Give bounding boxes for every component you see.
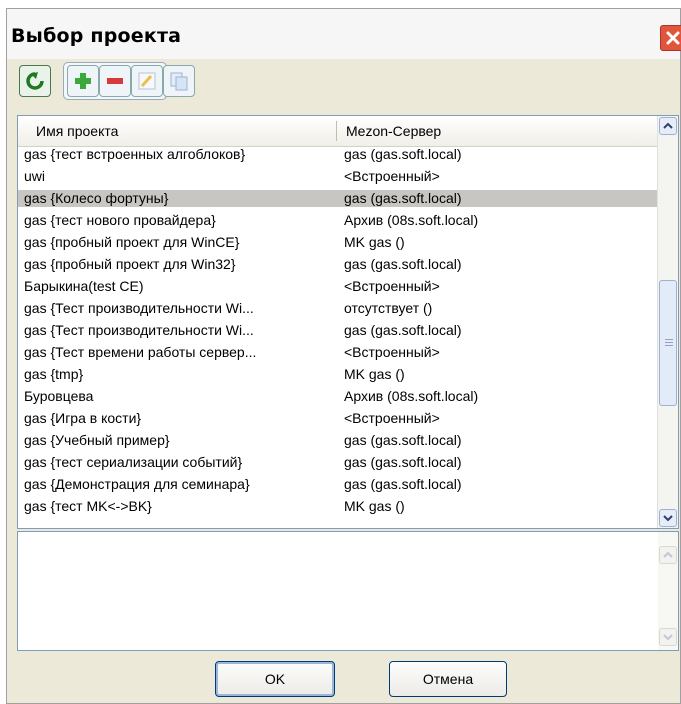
vertical-scrollbar[interactable] (657, 116, 678, 528)
mezon-server-cell: <Встроенный> (344, 278, 440, 294)
cancel-button[interactable]: Отмена (389, 661, 507, 697)
grip-line (665, 345, 673, 346)
project-name-cell: gas {Учебный пример} (24, 432, 170, 448)
scroll-up-button[interactable] (659, 117, 677, 135)
table-row[interactable]: gas {Тест производительности Wi... отсутс… (18, 300, 658, 317)
project-name-cell: gas {пробный проект для WinCE} (24, 234, 240, 250)
project-name-cell: Барыкина(test CE) (24, 278, 144, 294)
grip-line (665, 339, 673, 340)
mezon-server-cell: gas (gas.soft.local) (344, 146, 462, 162)
title-bar[interactable]: Выбор проекта (7, 9, 681, 59)
project-name-cell: gas {Тест производительности Wi... (24, 300, 254, 316)
table-row[interactable]: Буровцева Архив (08s.soft.local) (18, 388, 658, 405)
mezon-server-cell: MK gas () (344, 498, 405, 514)
remove-icon (107, 78, 123, 84)
chevron-down-icon (663, 515, 673, 522)
edit-icon (138, 72, 156, 90)
table-row[interactable]: gas {Тест времени работы сервер... <Встро… (18, 344, 658, 361)
table-row[interactable]: gas {тест сериализации событий} gas (gas.… (18, 454, 658, 471)
project-name-cell: gas {тест сериализации событий} (24, 454, 243, 470)
mezon-server-cell: gas (gas.soft.local) (344, 454, 462, 470)
close-icon (666, 31, 680, 45)
project-name-cell: gas {tmp} (24, 366, 84, 382)
chevron-down-icon (663, 634, 673, 641)
mezon-server-cell: gas (gas.soft.local) (344, 256, 462, 272)
add-icon (75, 73, 91, 89)
mezon-server-cell: gas (gas.soft.local) (344, 190, 462, 206)
column-project-name[interactable]: Имя проекта (36, 123, 118, 139)
table-row[interactable]: gas {Учебный пример} gas (gas.soft.local) (18, 432, 658, 449)
grip-line (665, 342, 673, 343)
table-row[interactable]: uwi <Встроенный> (18, 168, 658, 185)
remove-button[interactable] (99, 65, 131, 97)
mezon-server-cell: отсутствует () (344, 300, 433, 316)
ok-button[interactable]: OK (215, 661, 335, 697)
description-scrollbar[interactable] (658, 532, 678, 650)
table-row[interactable]: gas {пробный проект для WinCE} MK gas () (18, 234, 658, 251)
table-row[interactable]: gas {тест MK<->BK} MK gas () (18, 498, 658, 515)
project-name-cell: gas {Демонстрация для семинара} (24, 476, 250, 492)
mezon-server-cell: gas (gas.soft.local) (344, 476, 462, 492)
description-scroll-up[interactable] (659, 546, 677, 564)
table-row[interactable]: gas {пробный проект для Win32} gas (gas.s… (18, 256, 658, 273)
project-description-box[interactable] (17, 531, 679, 651)
projects-list[interactable]: Имя проекта Mezon-Сервер gas {тест встро… (17, 115, 679, 529)
table-row[interactable]: gas {тест нового провайдера} Архив (08s.s… (18, 212, 658, 229)
edit-button[interactable] (131, 65, 163, 97)
project-name-cell: gas {тест встроенных алгоблоков} (24, 146, 246, 162)
mezon-server-cell: <Встроенный> (344, 344, 440, 360)
project-name-cell: gas {Тест времени работы сервер... (24, 344, 257, 360)
mezon-server-cell: Архив (08s.soft.local) (344, 388, 479, 404)
project-name-cell: Буровцева (24, 388, 94, 404)
close-button[interactable] (660, 25, 681, 51)
copy-button[interactable] (163, 65, 195, 97)
table-row[interactable]: gas {Тест производительности Wi... gas (g… (18, 322, 658, 339)
table-row[interactable]: gas {Колесо фортуны} gas (gas.soft.local) (18, 190, 658, 207)
table-row[interactable]: gas {Демонстрация для семинара} gas (gas.… (18, 476, 658, 493)
table-row[interactable]: Барыкина(test CE) <Встроенный> (18, 278, 658, 295)
column-mezon-server[interactable]: Mezon-Сервер (346, 123, 441, 139)
project-select-dialog: Выбор проекта Имя проекта Mezon-Сервер g… (6, 8, 681, 704)
mezon-server-cell: gas (gas.soft.local) (344, 432, 462, 448)
column-divider[interactable] (336, 121, 337, 141)
project-name-cell: gas {Игра в кости} (24, 410, 142, 426)
mezon-server-cell: Архив (08s.soft.local) (344, 212, 479, 228)
project-name-cell: gas {пробный проект для Win32} (24, 256, 236, 272)
chevron-up-icon (663, 551, 673, 558)
description-scroll-down[interactable] (659, 628, 677, 646)
mezon-server-cell: <Встроенный> (344, 410, 440, 426)
project-name-cell: gas {Тест производительности Wi... (24, 322, 254, 338)
project-name-cell: gas {тест нового провайдера} (24, 212, 216, 228)
chevron-up-icon (663, 122, 673, 129)
add-button[interactable] (67, 65, 99, 97)
copy-icon (170, 72, 188, 91)
project-name-cell: uwi (24, 168, 46, 184)
project-name-cell: gas {Колесо фортуны} (24, 190, 169, 206)
dialog-title: Выбор проекта (11, 25, 182, 47)
list-header: Имя проекта Mezon-Сервер (18, 116, 658, 147)
project-name-cell: gas {тест MK<->BK} (24, 498, 152, 514)
mezon-server-cell: gas (gas.soft.local) (344, 322, 462, 338)
refresh-icon (26, 72, 44, 90)
mezon-server-cell: <Встроенный> (344, 168, 440, 184)
table-row[interactable]: gas {Игра в кости} <Встроенный> (18, 410, 658, 427)
scroll-down-button[interactable] (659, 509, 677, 527)
refresh-button[interactable] (19, 65, 51, 97)
table-row[interactable]: gas {тест встроенных алгоблоков} gas (gas… (18, 146, 658, 163)
table-row[interactable]: gas {tmp} MK gas () (18, 366, 658, 383)
mezon-server-cell: MK gas () (344, 366, 405, 382)
mezon-server-cell: MK gas () (344, 234, 405, 250)
scroll-thumb[interactable] (659, 280, 677, 406)
